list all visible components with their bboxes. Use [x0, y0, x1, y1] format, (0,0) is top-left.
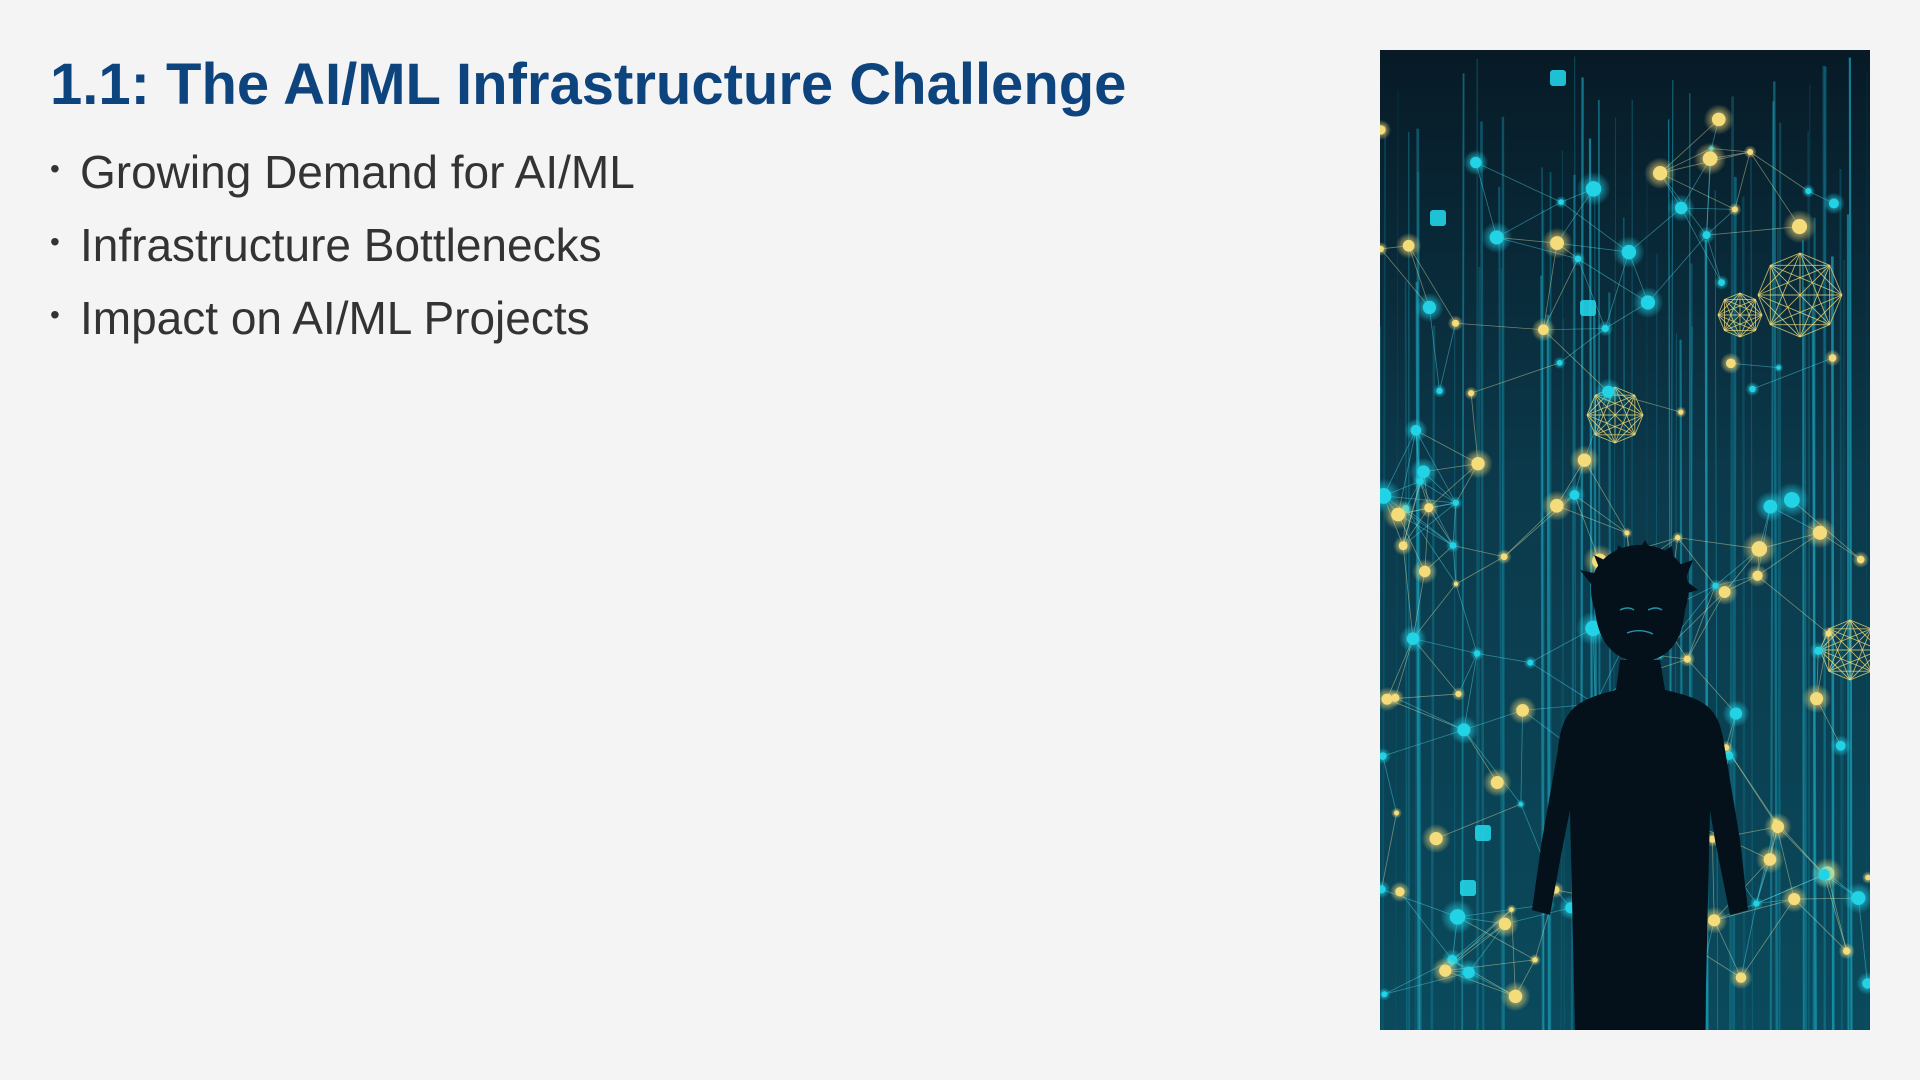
bullet-dot-icon: •	[50, 153, 60, 184]
network-silhouette-illustration	[1380, 50, 1870, 1030]
bullet-text: Growing Demand for AI/ML	[80, 146, 635, 198]
bullet-text: Infrastructure Bottlenecks	[80, 219, 602, 271]
slide-title: 1.1: The AI/ML Infrastructure Challenge	[50, 52, 1127, 117]
slide: 1.1: The AI/ML Infrastructure Challenge …	[0, 0, 1920, 1080]
illustration-canvas	[1380, 50, 1870, 1030]
bullet-list: • Growing Demand for AI/ML • Infrastruct…	[50, 145, 635, 364]
bullet-dot-icon: •	[50, 226, 60, 257]
bullet-item: • Infrastructure Bottlenecks	[50, 218, 635, 291]
bullet-dot-icon: •	[50, 299, 60, 330]
bullet-item: • Impact on AI/ML Projects	[50, 291, 635, 364]
bullet-item: • Growing Demand for AI/ML	[50, 145, 635, 218]
bullet-text: Impact on AI/ML Projects	[80, 292, 590, 344]
